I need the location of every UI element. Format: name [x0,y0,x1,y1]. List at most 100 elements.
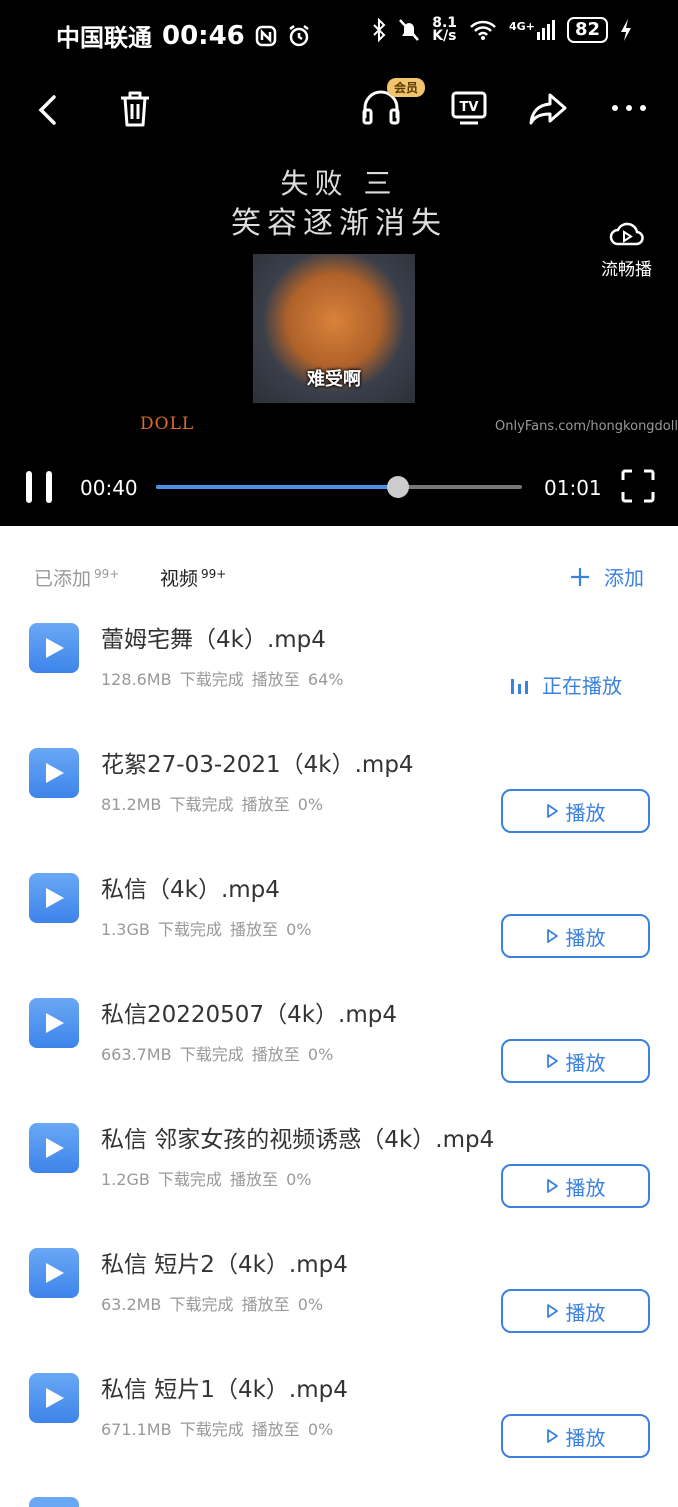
download-status: 下载完成 [157,1170,222,1189]
play-progress: 播放至 0% [251,1045,334,1064]
video-brand: DOLL [140,414,195,434]
file-name: 私信 短片1（4k）.mp4 [101,1377,348,1403]
delete-icon[interactable] [118,90,152,128]
play-button-label: 播放 [565,1300,606,1325]
play-button-label: 播放 [565,1425,606,1450]
play-icon [546,1179,558,1193]
video-title-line2: 笑容逐渐消失 [231,206,447,241]
file-meta: 663.7MB 下载完成 播放至 0% [101,1041,333,1065]
play-button-label: 播放 [565,800,606,825]
play-progress: 播放至 0% [230,920,312,939]
file-name: 私信（4k）.mp4 [101,877,280,903]
list-item[interactable]: 私信 邻家女孩的视频诱惑（4k）.mp4 1.2GB 下载完成 播放至 0% 播… [0,1112,678,1237]
playback-controls: 00:40 01:01 [0,462,678,512]
more-icon[interactable] [611,104,647,112]
tab-video[interactable]: 视频 99+ [160,564,226,591]
now-playing-indicator: 正在播放 [510,670,622,699]
current-time: 00:40 [80,476,138,500]
download-status: 下载完成 [179,670,244,689]
network-type: 4G+ [509,20,535,33]
add-button[interactable]: 添加 [570,562,644,591]
file-size: 663.7MB [101,1045,172,1064]
video-file-icon [29,748,79,798]
vip-badge: 会员 [387,78,426,97]
play-button[interactable]: 播放 [501,1414,650,1458]
list-item[interactable]: 花絮27-03-2021（4k）.mp4 81.2MB 下载完成 播放至 0% … [0,737,678,862]
file-size: 671.1MB [101,1420,172,1439]
list-item[interactable]: 私信 短片1（4k）.mp4 671.1MB 下载完成 播放至 0% 播放 [0,1362,678,1487]
play-button-label: 播放 [565,1175,606,1200]
play-icon [546,1304,558,1318]
video-file-icon [29,623,79,673]
download-status: 下载完成 [179,1045,244,1064]
file-size: 128.6MB [101,670,172,689]
file-name: 蕾姆宅舞（4k）.mp4 [101,627,326,653]
play-button[interactable]: 播放 [501,789,650,833]
fullscreen-icon[interactable] [621,469,655,503]
download-status: 下载完成 [157,920,222,939]
play-button[interactable]: 播放 [501,1039,650,1083]
add-button-label: 添加 [604,566,644,590]
seek-bar-fill [156,485,398,489]
status-right: 8.1 K/s 4G+ 82 [372,16,632,43]
file-size: 1.2GB [101,1170,150,1189]
carrier-label: 中国联通 [56,24,152,52]
play-progress: 播放至 0% [230,1170,312,1189]
charging-icon [621,19,631,41]
file-meta: 671.1MB 下载完成 播放至 0% [101,1416,333,1440]
video-player[interactable]: 中国联通 00:46 8.1 K/s 4G+ 82 会员 TV 失败 三 笑容逐… [0,0,678,526]
download-status: 下载完成 [169,1295,234,1314]
tab-video-count: 99+ [201,566,227,581]
status-bar: 中国联通 00:46 8.1 K/s 4G+ 82 [0,0,678,66]
file-icon-partial [29,1497,79,1507]
list-item[interactable]: 蕾姆宅舞（4k）.mp4 128.6MB 下载完成 播放至 64% 正在播放 [0,612,678,737]
plus-icon [571,567,589,586]
file-size: 1.3GB [101,920,150,939]
video-file-icon [29,1373,79,1423]
back-icon[interactable] [36,94,60,126]
list-item[interactable]: 私信（4k）.mp4 1.3GB 下载完成 播放至 0% 播放 [0,862,678,987]
file-size: 81.2MB [101,795,162,814]
play-button[interactable]: 播放 [501,914,650,958]
file-list: 蕾姆宅舞（4k）.mp4 128.6MB 下载完成 播放至 64% 正在播放 花… [0,612,678,1487]
file-size: 63.2MB [101,1295,162,1314]
play-button[interactable]: 播放 [501,1164,650,1208]
download-status: 下载完成 [179,1420,244,1439]
seek-bar[interactable] [156,476,522,498]
nfc-icon [255,25,277,46]
video-watermark: OnlyFans.com/hongkongdoll [495,419,678,434]
list-item[interactable]: 私信 短片2（4k）.mp4 63.2MB 下载完成 播放至 0% 播放 [0,1237,678,1362]
share-icon[interactable] [528,92,568,126]
file-name: 私信 短片2（4k）.mp4 [101,1252,348,1278]
file-name: 花絮27-03-2021（4k）.mp4 [101,752,414,778]
tab-added[interactable]: 已添加 99+ [34,564,119,591]
bluetooth-icon [373,18,386,42]
download-status: 下载完成 [169,795,234,814]
play-icon [546,804,558,818]
smooth-play-button[interactable]: 流畅播 [601,218,652,280]
file-name: 私信20220507（4k）.mp4 [101,1002,397,1028]
play-button[interactable]: 播放 [501,1289,650,1333]
pause-icon[interactable] [24,470,56,504]
alarm-icon [289,24,309,46]
list-item[interactable]: 私信20220507（4k）.mp4 663.7MB 下载完成 播放至 0% 播… [0,987,678,1112]
file-meta: 63.2MB 下载完成 播放至 0% [101,1291,323,1315]
mute-icon [399,19,420,41]
wifi-icon [470,20,496,40]
video-title-line1: 失败 三 [280,167,398,200]
video-file-icon [29,1123,79,1173]
equalizer-icon [511,678,528,694]
file-meta: 81.2MB 下载完成 播放至 0% [101,791,323,815]
video-file-icon [29,873,79,923]
play-progress: 播放至 64% [251,670,344,689]
seek-bar-thumb[interactable] [386,476,409,498]
play-button-label: 播放 [565,1050,606,1075]
cloud-play-icon [609,222,644,246]
tv-cast-icon[interactable]: TV [450,90,488,126]
smooth-play-label: 流畅播 [601,260,652,280]
file-name: 私信 邻家女孩的视频诱惑（4k）.mp4 [101,1127,495,1153]
play-progress: 播放至 0% [241,1295,324,1314]
cellular-signal: 4G+ [509,20,555,40]
video-file-icon [29,1248,79,1298]
file-meta: 128.6MB 下载完成 播放至 64% [101,666,343,690]
